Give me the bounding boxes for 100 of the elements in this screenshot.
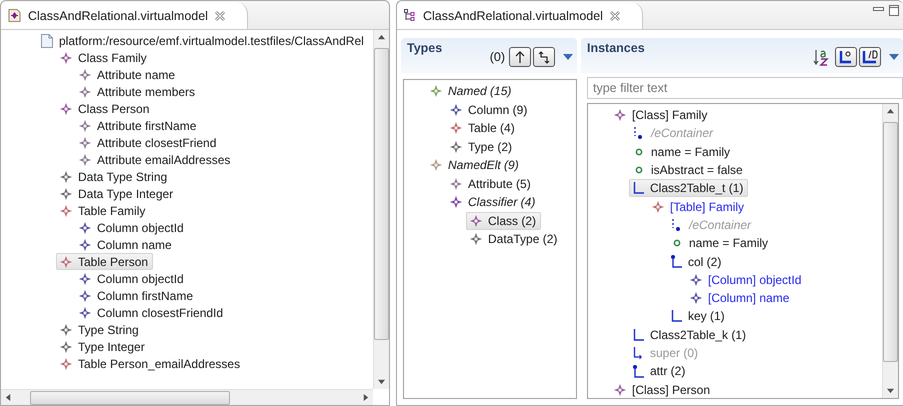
tree-item[interactable]: Attribute firstName [75, 117, 202, 134]
diamond-icon [470, 233, 482, 246]
dropdown-caret-icon[interactable] [563, 54, 573, 60]
tree-item[interactable]: [Column] name [686, 288, 794, 308]
tree-item[interactable]: platform:/resource/emf.virtualmodel.testfiles/ClassAndRel [37, 32, 369, 49]
tree-item[interactable]: Table Person [56, 253, 154, 270]
section-title: Types [407, 41, 442, 55]
vertical-scrollbar[interactable] [882, 104, 898, 398]
tree-item[interactable]: Column objectId [75, 219, 189, 236]
tree-item[interactable]: Column (9) [446, 100, 532, 119]
diamond-icon [614, 109, 626, 122]
up-arrow-button[interactable] [509, 47, 531, 67]
tree-item[interactable]: Classifier (4) [446, 193, 540, 212]
diamond-icon [430, 85, 442, 98]
minimize-icon[interactable] [873, 5, 885, 13]
diamond-icon [450, 178, 462, 190]
circle-icon [635, 148, 643, 156]
filter-field[interactable]: type filter text [587, 77, 903, 99]
tree-item[interactable]: Attribute name [75, 66, 180, 83]
section-title: Instances [587, 41, 645, 55]
close-icon[interactable] [214, 10, 225, 20]
diamond-icon [614, 384, 626, 396]
tree-item[interactable]: Type Integer [56, 338, 150, 355]
scroll-up-arrow-icon[interactable] [378, 34, 385, 41]
close-icon[interactable] [610, 10, 620, 20]
scroll-left-arrow-icon[interactable] [5, 394, 12, 401]
l-shape-icon [839, 50, 853, 64]
editor-tab[interactable]: ClassAndRelational.virtualmodel [1, 2, 248, 29]
tree-item[interactable]: Class (2) [466, 212, 542, 230]
diamond-icon [690, 274, 702, 286]
diamond-icon [79, 68, 91, 80]
horizontal-scrollbar[interactable] [1, 389, 373, 405]
tree-item[interactable]: Column name [75, 236, 177, 253]
tree-item[interactable]: Attribute (5) [446, 174, 536, 193]
tree-item[interactable]: Column objectId [75, 270, 189, 287]
tree-item[interactable]: Data Type Integer [56, 185, 178, 202]
reference-icon [671, 310, 682, 322]
tree-item[interactable]: Named (15) [426, 82, 516, 100]
circle-icon [635, 166, 643, 174]
dotted-link-icon [633, 127, 645, 140]
tree-item[interactable]: [Class] Person [610, 380, 716, 398]
sort-alphabetical-icon[interactable] [813, 48, 829, 66]
tree-item[interactable]: Class Person [56, 100, 154, 117]
tree-item[interactable]: [Table] Family [648, 197, 750, 216]
tree-item[interactable]: Attribute members [75, 83, 200, 100]
diamond-icon [79, 272, 91, 284]
tree-item[interactable]: Column firstName [75, 287, 198, 304]
diamond-icon [60, 52, 72, 64]
scroll-right-arrow-icon[interactable] [362, 394, 369, 401]
reference-icon [633, 328, 644, 341]
tree-item[interactable]: Table Person_emailAddresses [56, 355, 246, 372]
diamond-icon [60, 170, 72, 182]
tree-item[interactable]: Attribute closestFriend [75, 134, 222, 151]
file-icon [41, 34, 53, 48]
diamond-icon [60, 256, 72, 268]
maximize-icon[interactable] [889, 5, 899, 16]
tree-item[interactable]: attr (2) [629, 362, 690, 380]
tree-item[interactable]: Table Family [56, 202, 150, 219]
tree-item[interactable]: name = Family [629, 142, 736, 161]
hierarchy-button[interactable] [533, 47, 555, 67]
dotted-link-icon [671, 218, 683, 231]
tree-item[interactable]: Attribute emailAddresses [75, 151, 236, 168]
diamond-icon [450, 196, 462, 208]
vertical-scrollbar[interactable] [373, 30, 389, 389]
tree-item[interactable]: isAbstract = false [629, 160, 748, 180]
tree-item[interactable]: col (2) [667, 252, 726, 271]
diamond-icon [450, 104, 462, 116]
tree-item[interactable]: [Class] Family [610, 106, 712, 124]
reference-arrow-icon [633, 346, 644, 360]
derived-filter-button[interactable] [859, 47, 881, 67]
tree-item[interactable]: DataType (2) [466, 230, 562, 248]
tree-item[interactable]: [Column] objectId [686, 270, 806, 289]
diamond-icon [79, 154, 91, 166]
diamond-icon [690, 292, 702, 304]
diamond-icon [79, 306, 91, 318]
diamond-icon [652, 200, 664, 213]
tree-item[interactable]: Class Family [56, 49, 152, 66]
dropdown-caret-icon[interactable] [889, 54, 899, 60]
tree-item[interactable]: Class2Table_k (1) [629, 326, 752, 344]
l-shape-icon [862, 50, 878, 64]
tree-item[interactable]: Column closestFriendId [75, 304, 228, 321]
model-file-icon [8, 9, 21, 22]
tree-item[interactable]: name = Family [667, 234, 774, 252]
tree-item[interactable]: Type String [56, 321, 144, 338]
tree-item[interactable]: key (1) [667, 307, 730, 326]
scroll-down-arrow-icon[interactable] [887, 387, 894, 394]
zero-count-filter-button[interactable] [835, 47, 857, 67]
diamond-icon [470, 214, 482, 227]
diamond-icon [60, 204, 72, 216]
circle-icon [673, 239, 681, 248]
tree-item[interactable]: Table (4) [446, 119, 520, 138]
tree-item[interactable]: Type (2) [446, 138, 518, 156]
view-tab[interactable]: ClassAndRelational.virtualmodel [397, 2, 643, 29]
scroll-up-arrow-icon[interactable] [887, 108, 894, 115]
tree-item[interactable]: Data Type String [56, 168, 172, 185]
scroll-down-arrow-icon[interactable] [378, 378, 385, 385]
containment-icon [633, 364, 644, 378]
diamond-icon [79, 222, 91, 234]
tree-item[interactable]: Class2Table_t (1) [629, 179, 748, 198]
tree-item[interactable]: NamedElt (9) [426, 156, 524, 174]
